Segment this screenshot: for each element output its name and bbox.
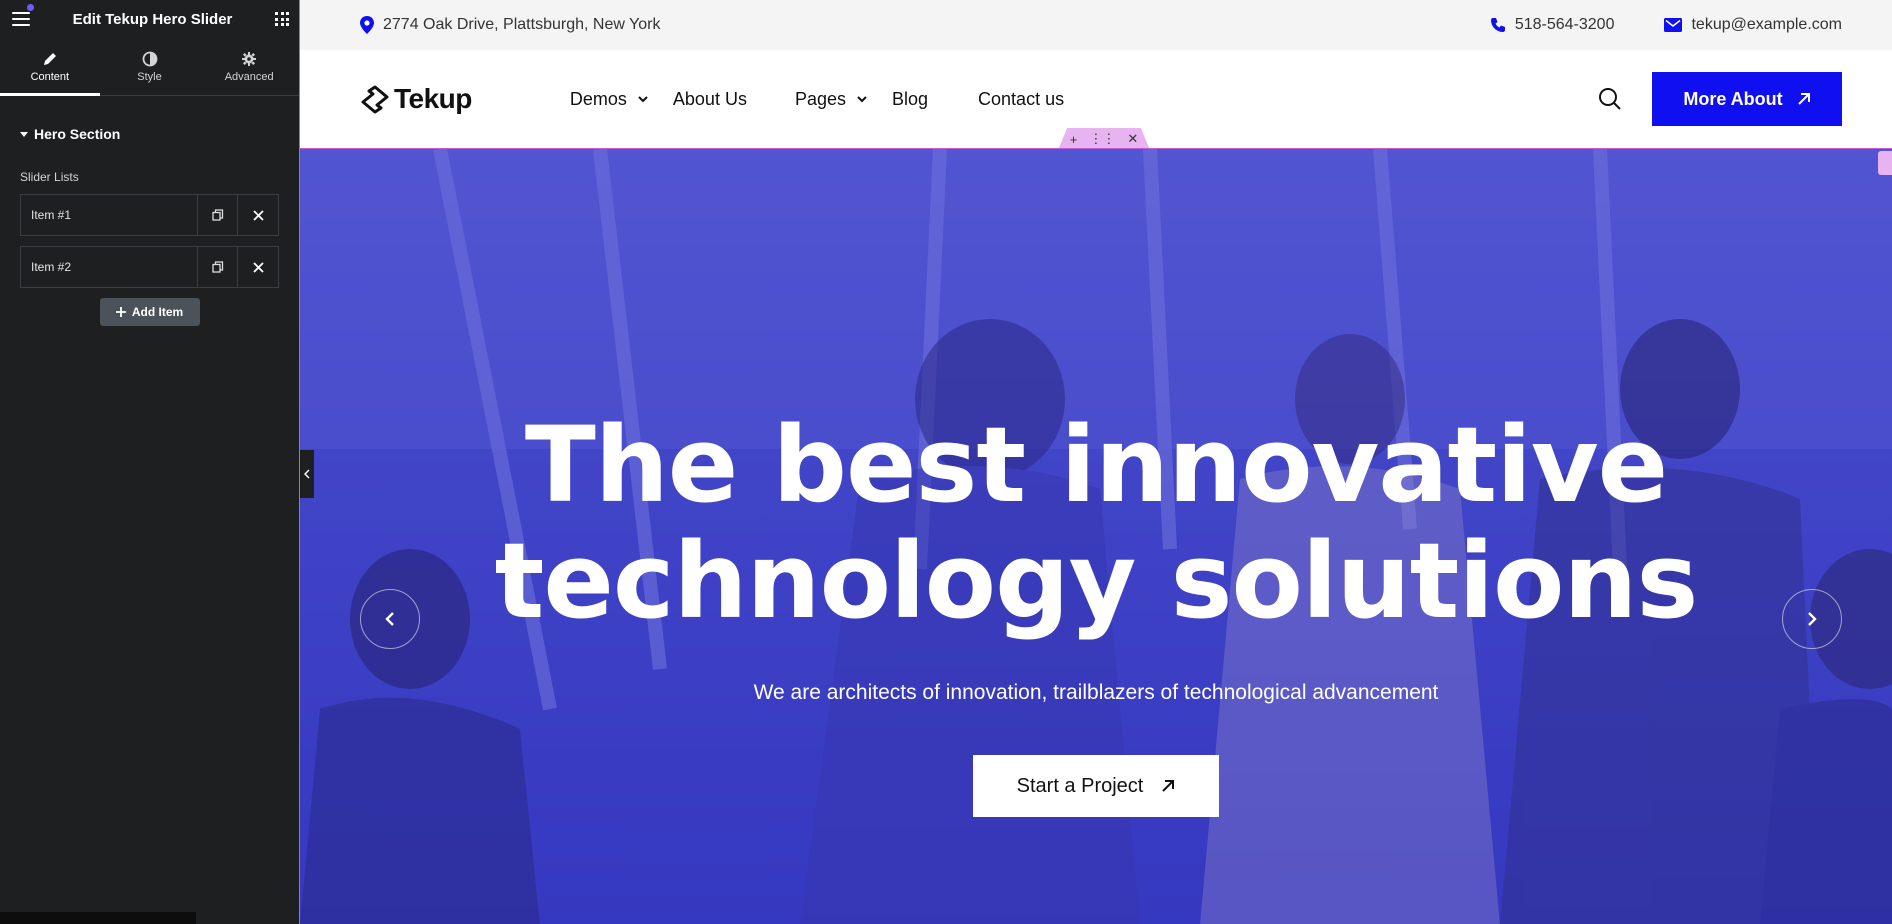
- editor-panel: Edit Tekup Hero Slider Content Style Adv…: [0, 0, 300, 924]
- duplicate-button[interactable]: [198, 247, 238, 287]
- add-item-label: Add Item: [131, 305, 184, 319]
- remove-button[interactable]: [238, 247, 278, 287]
- contact-info: 518-564-3200 tekup@example.com: [1490, 16, 1842, 34]
- phone-item[interactable]: 518-564-3200: [1490, 16, 1615, 34]
- site-logo[interactable]: Tekup: [360, 83, 472, 115]
- tab-content[interactable]: Content: [0, 38, 100, 96]
- slider-prev-button[interactable]: [360, 589, 420, 649]
- email-text: tekup@example.com: [1691, 16, 1842, 33]
- nav-item-about-us[interactable]: About Us: [673, 89, 747, 110]
- copy-icon: [211, 261, 223, 273]
- cta-label: More About: [1683, 88, 1783, 109]
- half-circle-icon: [142, 51, 157, 66]
- chevron-left-icon: [385, 612, 394, 626]
- chevron-left-icon: [304, 469, 310, 479]
- hero-title-line-1: The best innovative: [524, 404, 1668, 526]
- duplicate-button[interactable]: [198, 195, 238, 235]
- hero-title: The best innovative technology solutions: [300, 407, 1892, 639]
- slider-lists-label: Slider Lists: [20, 170, 79, 184]
- logo-mark-icon: [361, 85, 389, 114]
- top-bar: 2774 Oak Drive, Plattsburgh, New York 51…: [300, 0, 1892, 50]
- nav-item-label: About Us: [672, 88, 747, 109]
- notification-dot: [27, 4, 34, 11]
- nav-item-label: Contact us: [978, 88, 1065, 109]
- repeater-item-label[interactable]: Item #1: [21, 195, 198, 235]
- phone-text: 518-564-3200: [1514, 16, 1615, 33]
- panel-footer-bar: [0, 912, 196, 924]
- tab-style[interactable]: Style: [100, 38, 200, 95]
- remove-button[interactable]: [238, 195, 278, 235]
- caret-down-icon: [20, 131, 28, 137]
- nav-item-label: Blog: [892, 88, 929, 109]
- close-icon: [252, 261, 264, 273]
- main-nav: Demos About Us Pages Blog Contact us: [570, 89, 1064, 110]
- slider-next-button[interactable]: [1782, 589, 1842, 649]
- panel-title: Edit Tekup Hero Slider: [72, 10, 233, 28]
- edit-widget-tab[interactable]: [1878, 151, 1892, 175]
- site-preview: 2774 Oak Drive, Plattsburgh, New York 51…: [300, 0, 1892, 924]
- site-header: Tekup Demos About Us Pages Blog Contact …: [300, 50, 1892, 150]
- chevron-down-icon: [638, 96, 648, 103]
- widgets-grid-icon[interactable]: [275, 12, 289, 26]
- logo-text: Tekup: [394, 83, 472, 114]
- hero-slider: The best innovative technology solutions…: [300, 148, 1892, 924]
- nav-item-demos[interactable]: Demos: [570, 89, 649, 110]
- address-item: 2774 Oak Drive, Plattsburgh, New York: [360, 16, 660, 34]
- panel-header: Edit Tekup Hero Slider: [0, 0, 299, 38]
- repeater-item: Item #2: [20, 246, 279, 288]
- section-edit-handle: + ⋮⋮ ✕: [1058, 128, 1150, 150]
- drag-handle-icon[interactable]: ⋮⋮: [1089, 131, 1115, 147]
- plus-icon: [115, 307, 126, 317]
- panel-tabs: Content Style Advanced: [0, 38, 299, 96]
- address-text: 2774 Oak Drive, Plattsburgh, New York: [383, 16, 661, 33]
- nav-item-label: Pages: [794, 88, 846, 109]
- search-icon[interactable]: [1598, 87, 1622, 111]
- tab-content-label: Content: [30, 70, 70, 83]
- pencil-icon: [43, 52, 56, 65]
- nav-item-contact-us[interactable]: Contact us: [978, 89, 1064, 110]
- hero-section-toggle[interactable]: Hero Section: [0, 126, 299, 142]
- close-icon: [252, 209, 264, 221]
- more-about-button[interactable]: More About: [1652, 72, 1842, 126]
- copy-icon: [211, 209, 223, 221]
- chevron-right-icon: [1808, 612, 1817, 626]
- nav-item-pages[interactable]: Pages: [795, 89, 868, 110]
- repeater-item: Item #1: [20, 194, 279, 236]
- add-section-icon[interactable]: +: [1070, 132, 1078, 147]
- repeater-item-label[interactable]: Item #2: [21, 247, 198, 287]
- nav-item-label: Demos: [569, 88, 627, 109]
- add-item-button[interactable]: Add Item: [99, 298, 200, 326]
- collapse-panel-handle[interactable]: [300, 450, 314, 498]
- slider-repeater: Item #1 Item #2 Add Item: [20, 194, 279, 326]
- envelope-icon: [1664, 18, 1683, 32]
- hero-button-label: Start a Project: [1016, 774, 1144, 797]
- hamburger-menu-icon[interactable]: [12, 4, 34, 26]
- tab-advanced-label: Advanced: [224, 70, 274, 83]
- arrow-up-right-icon: [1797, 93, 1810, 105]
- gear-icon: [242, 51, 257, 66]
- email-item[interactable]: tekup@example.com: [1664, 16, 1842, 34]
- hero-subtitle: We are architects of innovation, trailbl…: [753, 681, 1439, 704]
- location-pin-icon: [360, 16, 374, 34]
- tab-advanced[interactable]: Advanced: [199, 38, 299, 95]
- tab-style-label: Style: [137, 70, 162, 83]
- section-title: Hero Section: [34, 126, 121, 142]
- hero-content: The best innovative technology solutions…: [300, 407, 1892, 817]
- header-actions: More About: [1598, 72, 1842, 126]
- hero-title-line-2: technology solutions: [494, 520, 1699, 642]
- phone-icon: [1490, 18, 1505, 32]
- start-project-button[interactable]: Start a Project: [973, 755, 1219, 817]
- nav-item-blog[interactable]: Blog: [892, 89, 928, 110]
- arrow-up-right-icon: [1162, 780, 1175, 792]
- delete-section-icon[interactable]: ✕: [1127, 131, 1138, 147]
- chevron-down-icon: [857, 96, 867, 103]
